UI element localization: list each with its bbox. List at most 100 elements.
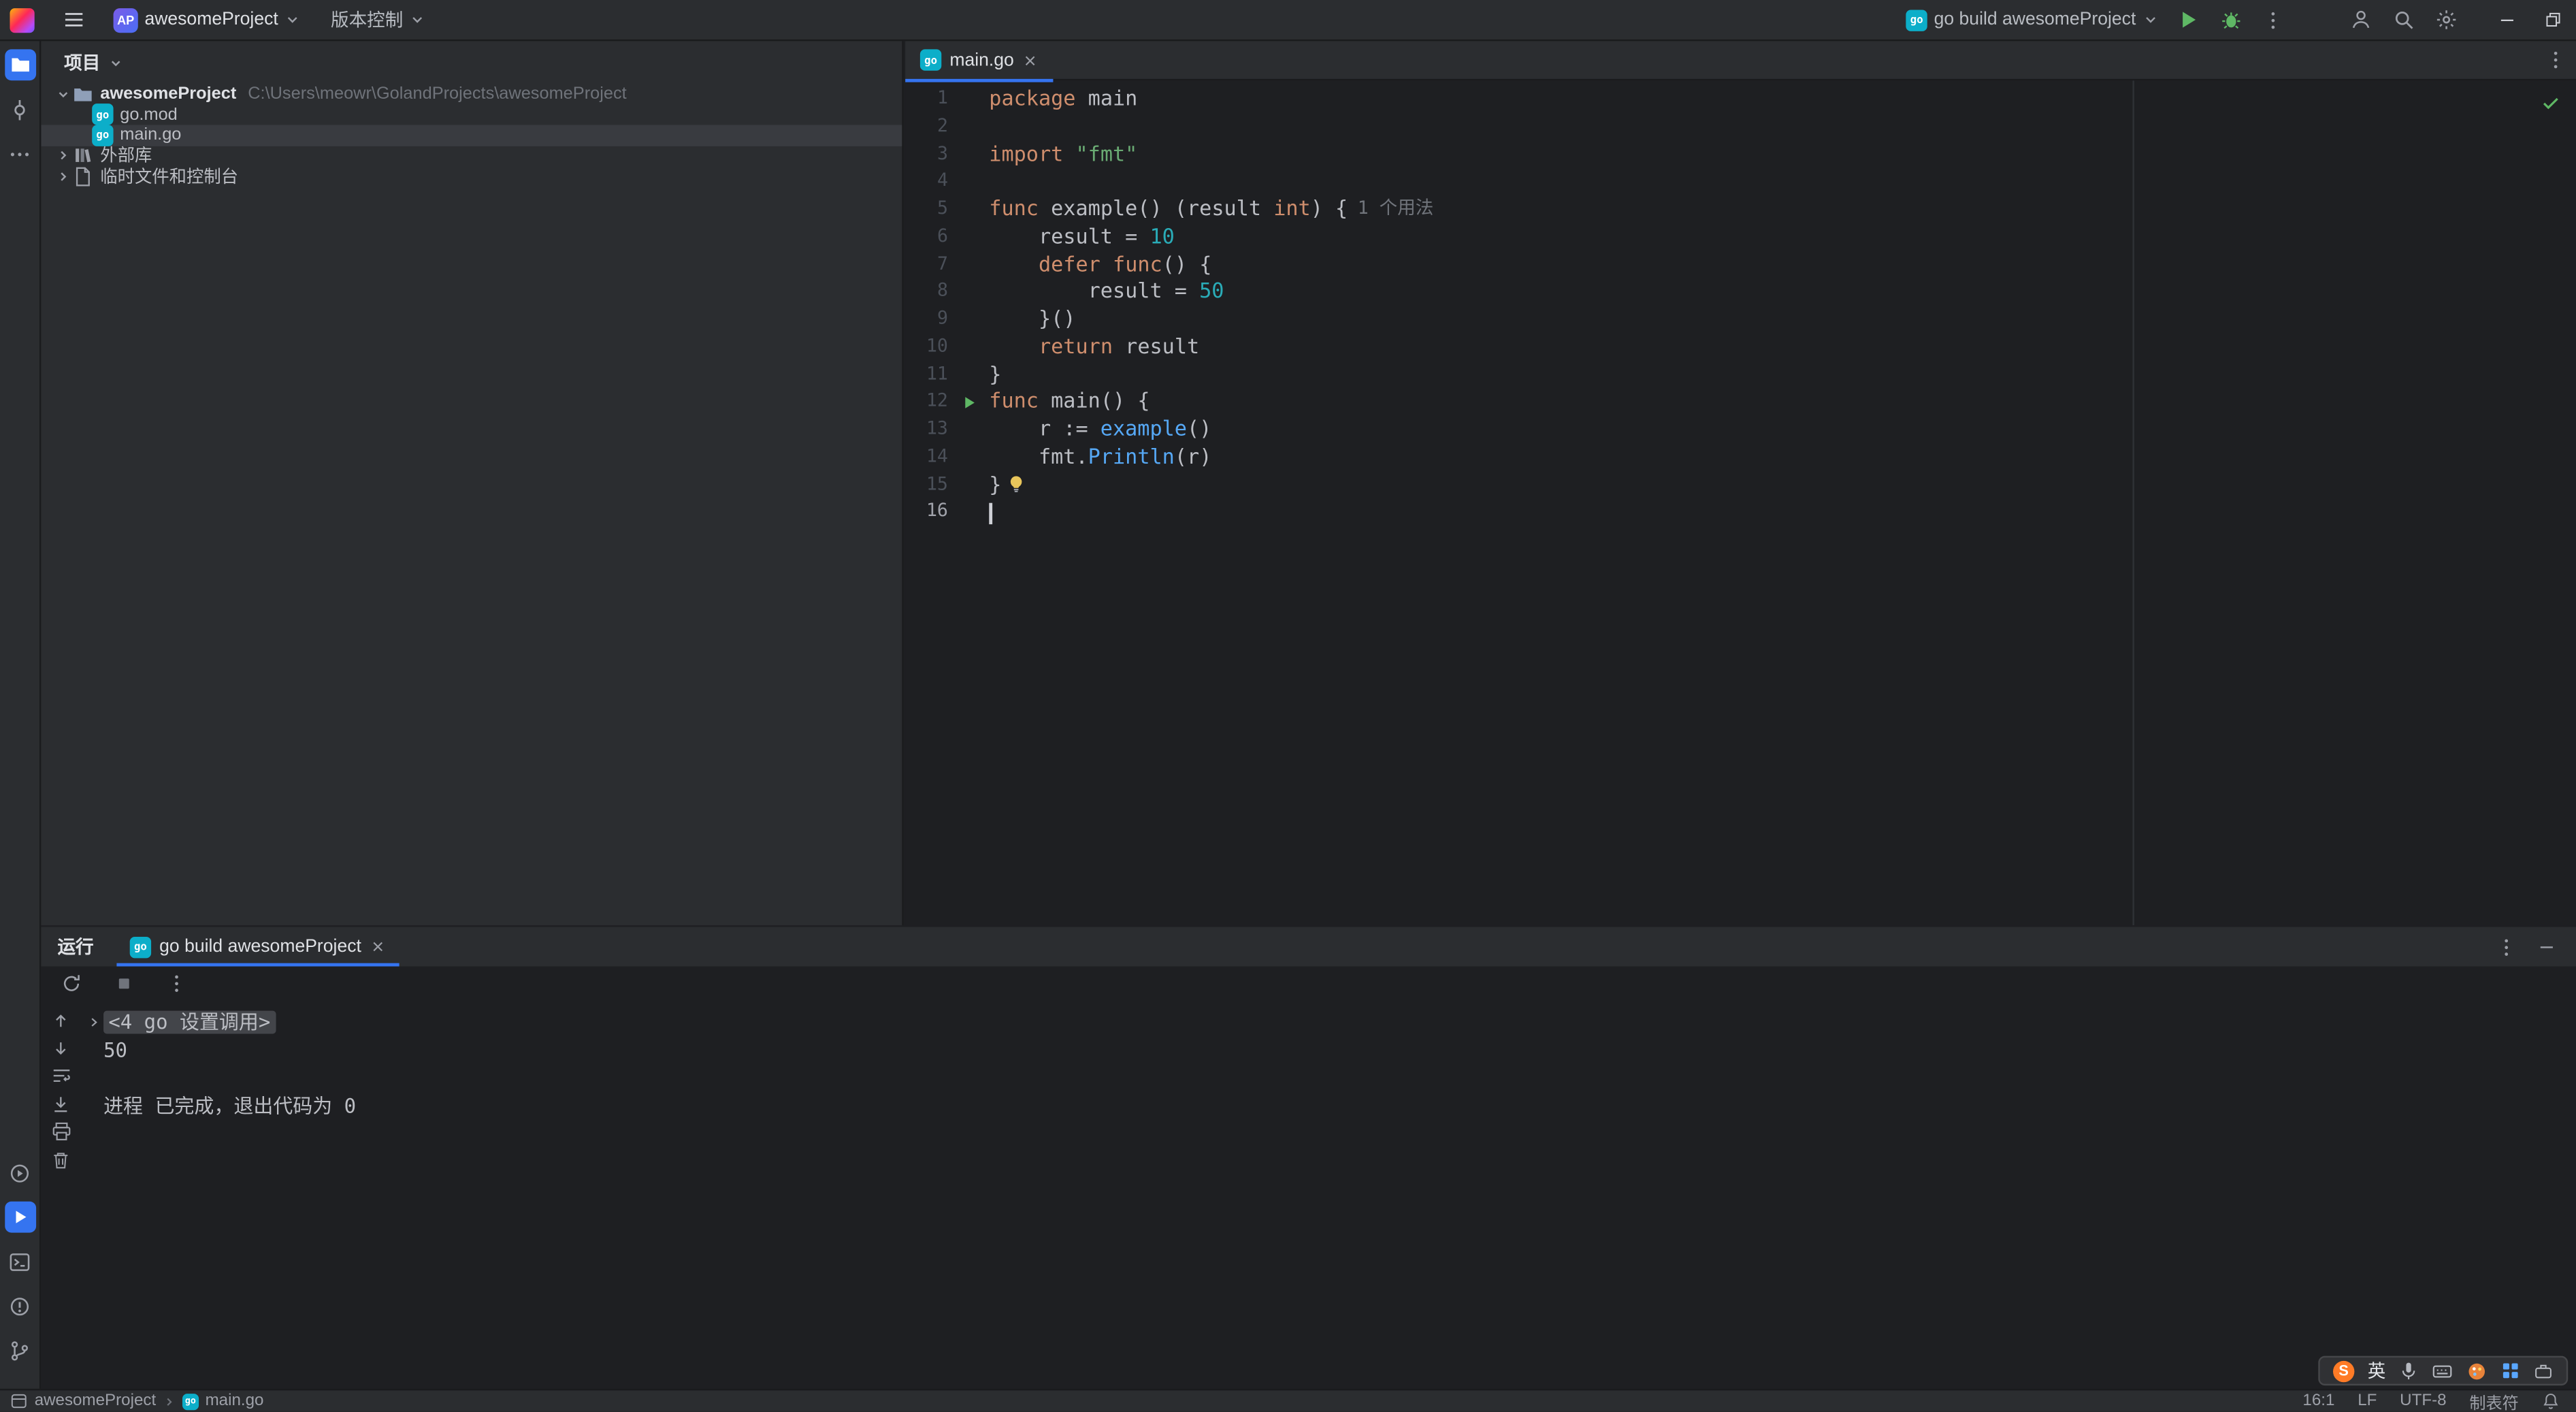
microphone-icon[interactable] <box>2399 1361 2419 1381</box>
tree-item-临时文件和控制台[interactable]: 临时文件和控制台 <box>41 166 902 187</box>
run-toolbar <box>41 966 2576 999</box>
folder-icon <box>72 84 93 105</box>
close-tab-icon[interactable] <box>370 938 386 954</box>
rerun-button[interactable] <box>51 962 92 1003</box>
tool-problems-icon[interactable] <box>4 1290 35 1321</box>
editor-area: go main.go 1 package main 2 3 import "fmt" 4 5… <box>905 39 2576 926</box>
code-line-8[interactable]: 8 result = 50 <box>905 278 2576 306</box>
console-line[interactable]: 进程 已完成，退出代码为 0 <box>87 1093 2576 1121</box>
user-account-icon[interactable] <box>2340 0 2383 40</box>
tool-terminal-icon[interactable] <box>4 1246 35 1277</box>
tool-commit-icon[interactable] <box>4 94 35 125</box>
soft-wrap-icon[interactable] <box>50 1065 71 1086</box>
more-actions-icon[interactable] <box>2253 0 2294 40</box>
next-occurrence-icon[interactable] <box>51 1037 71 1058</box>
chevron-down-icon[interactable] <box>108 55 123 70</box>
print-icon[interactable] <box>50 1121 71 1142</box>
breadcrumb[interactable]: awesomeProject go main.go <box>10 1392 264 1411</box>
tree-item-main.go[interactable]: go main.go <box>41 124 902 146</box>
breadcrumb-file[interactable]: main.go <box>206 1392 264 1411</box>
debug-button[interactable] <box>2210 0 2253 40</box>
code-line-13[interactable]: 13 r := example() <box>905 416 2576 443</box>
more-tool-windows-icon[interactable] <box>4 138 35 170</box>
search-everywhere-icon[interactable] <box>2382 0 2425 40</box>
console-more-icon[interactable] <box>156 962 197 1003</box>
gutter-space <box>948 333 989 360</box>
tool-git-icon[interactable] <box>4 1334 35 1366</box>
chevron-right-icon[interactable] <box>54 169 71 184</box>
line-number: 8 <box>936 280 948 302</box>
console-output[interactable]: <4 go 设置调用> 50 进程 已完成，退出代码为 0 <box>80 999 2576 1389</box>
code-line-15[interactable]: 15} <box>905 471 2576 498</box>
code-line-6[interactable]: 6 result = 10 <box>905 223 2576 251</box>
window-minimize-button[interactable] <box>2484 0 2530 40</box>
text-caret <box>989 502 992 524</box>
code-line-10[interactable]: 10 return result <box>905 333 2576 360</box>
code-line-3[interactable]: 3 import "fmt" <box>905 140 2576 167</box>
console-line[interactable]: 50 <box>87 1037 2576 1065</box>
run-panel-options-icon[interactable] <box>2486 926 2527 967</box>
settings-gear-icon[interactable] <box>2425 0 2468 40</box>
tree-item-go.mod[interactable]: go go.mod <box>41 103 902 126</box>
wrench-settings-icon[interactable] <box>2534 1361 2554 1381</box>
tool-services-icon[interactable] <box>4 1157 35 1189</box>
sogou-logo-icon[interactable]: S <box>2333 1360 2355 1382</box>
keyboard-icon[interactable] <box>2432 1360 2453 1381</box>
tab-run-config[interactable]: go go build awesomeProject <box>116 927 400 967</box>
project-panel-title: 项目 <box>64 54 101 74</box>
tab-main-go[interactable]: go main.go <box>905 40 1054 82</box>
tool-run-icon[interactable] <box>4 1201 35 1233</box>
main-menu-icon[interactable] <box>52 0 95 40</box>
code-line-9[interactable]: 9 }() <box>905 306 2576 333</box>
gutter-space <box>948 361 989 388</box>
skin-palette-icon[interactable] <box>2466 1360 2488 1381</box>
chevron-down-icon[interactable] <box>54 86 71 101</box>
code-line-16[interactable]: 16 <box>905 498 2576 526</box>
tool-project-icon[interactable] <box>4 49 35 81</box>
console-line[interactable]: <4 go 设置调用> <box>87 1009 2576 1037</box>
code-token: r := <box>989 415 1100 440</box>
clear-all-icon[interactable] <box>51 1149 71 1170</box>
tree-item-外部库[interactable]: 外部库 <box>41 146 902 166</box>
close-tab-icon[interactable] <box>1022 52 1039 68</box>
console-line[interactable] <box>87 1065 2576 1093</box>
intention-bulb-icon[interactable] <box>1007 476 1025 494</box>
fold-chevron-icon[interactable] <box>87 1016 100 1029</box>
notifications-bell-icon[interactable] <box>2542 1392 2560 1411</box>
inspections-ok-icon[interactable] <box>2540 92 2561 113</box>
project-widget-icon <box>10 1392 28 1411</box>
code-line-11[interactable]: 11} <box>905 361 2576 388</box>
run-button[interactable] <box>2167 0 2210 40</box>
code-line-4[interactable]: 4 <box>905 168 2576 195</box>
breadcrumb-project[interactable]: awesomeProject <box>35 1392 156 1411</box>
code-line-5[interactable]: 5 func example() (result int) {1 个用法 <box>905 195 2576 223</box>
code-token: "fmt" <box>1075 140 1138 165</box>
goland-logo-icon[interactable] <box>10 7 35 33</box>
code-line-14[interactable]: 14 fmt. Println (r) <box>905 443 2576 470</box>
tree-item-awesomeProject[interactable]: awesomeProject C:\Users\meowr\GolandProje… <box>41 84 902 104</box>
vcs-widget[interactable]: 版本控制 <box>323 0 434 40</box>
code-line-2[interactable]: 2 <box>905 113 2576 140</box>
scroll-to-end-icon[interactable] <box>51 1093 71 1114</box>
tab-options-icon[interactable] <box>2535 39 2576 80</box>
code-line-1[interactable]: 1 package main <box>905 86 2576 113</box>
toolbox-grid-icon[interactable] <box>2500 1361 2520 1381</box>
window-restore-button[interactable] <box>2530 0 2576 40</box>
run-config-selector[interactable]: go go build awesomeProject <box>1898 0 2168 40</box>
project-panel-header[interactable]: 项目 <box>41 41 902 84</box>
code-line-12[interactable]: 12 func main() { <box>905 388 2576 415</box>
indent-style[interactable]: 制表符 <box>2469 1389 2518 1412</box>
line-separator[interactable]: LF <box>2358 1392 2377 1411</box>
code-line-7[interactable]: 7 defer func() { <box>905 251 2576 278</box>
prev-occurrence-icon[interactable] <box>51 1009 71 1030</box>
stop-button[interactable] <box>105 962 144 1003</box>
chevron-right-icon[interactable] <box>54 148 71 163</box>
code-editor[interactable]: 1 package main 2 3 import "fmt" 4 5 func exampl… <box>905 80 2576 926</box>
hide-panel-icon[interactable] <box>2527 926 2566 967</box>
caret-position[interactable]: 16:1 <box>2302 1392 2334 1411</box>
ime-language-toggle[interactable]: 英 <box>2368 1358 2386 1384</box>
project-selector[interactable]: AP awesomeProject <box>105 0 310 40</box>
run-line-icon[interactable] <box>948 388 989 415</box>
file-encoding[interactable]: UTF-8 <box>2400 1392 2446 1411</box>
